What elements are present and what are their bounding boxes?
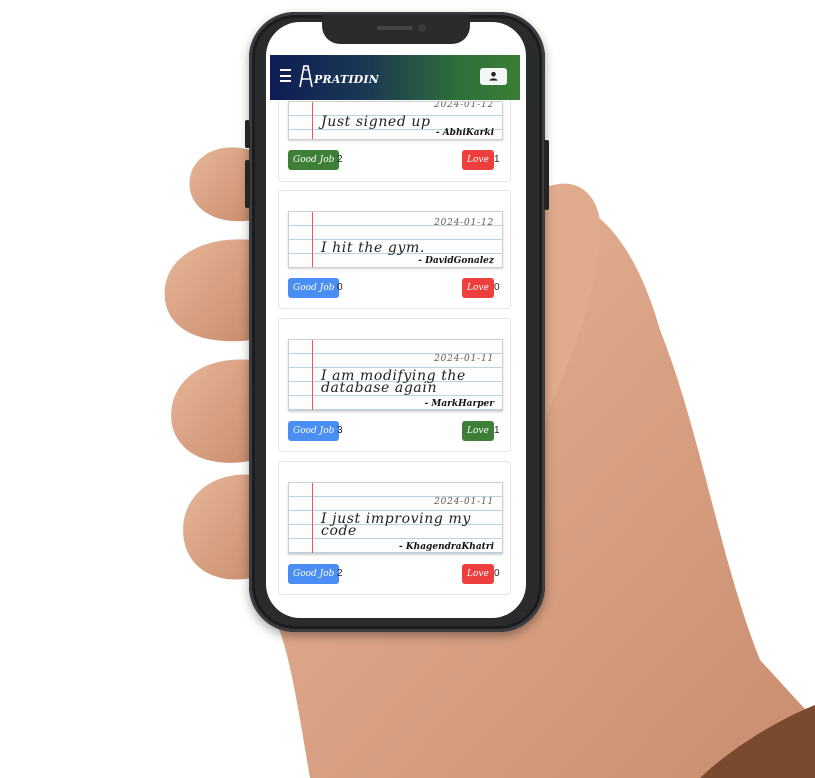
post-card: 2024-01-12 I hit the gym. - DavidGonalez… <box>278 190 511 309</box>
phone-volume-button <box>245 160 250 208</box>
post-author: - MarkHarper <box>424 399 494 409</box>
love-button[interactable]: Love <box>462 421 494 441</box>
post-date: 2024-01-12 <box>434 218 494 228</box>
love-count: 1 <box>494 154 500 165</box>
post-date: 2024-01-11 <box>434 354 494 364</box>
phone-power-button <box>544 140 549 210</box>
good-job-count: 2 <box>337 154 343 165</box>
user-button[interactable] <box>480 68 507 85</box>
user-icon <box>489 71 498 81</box>
app-brand[interactable]: PRATIDIN <box>314 73 379 86</box>
post-note: 2024-01-12 Just signed up - AbhiKarki <box>288 101 503 140</box>
post-text: I hit the gym. <box>321 240 425 256</box>
phone-screen: 2024-01-12 Just signed up - AbhiKarki Go… <box>266 22 526 618</box>
post-date: 2024-01-12 <box>434 101 494 110</box>
post-text: Just signed up <box>321 114 431 130</box>
good-job-count: 0 <box>337 282 343 293</box>
love-button[interactable]: Love <box>462 564 494 584</box>
post-text: I am modifying the database again <box>321 368 466 396</box>
post-note: 2024-01-12 I hit the gym. - DavidGonalez <box>288 211 503 268</box>
good-job-button[interactable]: Good Job <box>288 564 340 584</box>
love-count: 1 <box>494 425 500 436</box>
hamburger-menu-icon[interactable] <box>280 69 291 82</box>
good-job-count: 3 <box>337 425 343 436</box>
app-navbar: PRATIDIN <box>270 55 520 100</box>
post-card: 2024-01-11 I just improving my code - Kh… <box>278 461 511 595</box>
post-note: 2024-01-11 I am modifying the database a… <box>288 339 503 411</box>
love-count: 0 <box>494 568 500 579</box>
post-author: - AbhiKarki <box>435 128 494 138</box>
good-job-count: 2 <box>337 568 343 579</box>
phone-camera <box>418 24 426 32</box>
post-date: 2024-01-11 <box>434 497 494 507</box>
post-note: 2024-01-11 I just improving my code - Kh… <box>288 482 503 554</box>
good-job-button[interactable]: Good Job <box>288 421 340 441</box>
post-feed[interactable]: 2024-01-12 Just signed up - AbhiKarki Go… <box>266 22 526 618</box>
love-button[interactable]: Love <box>462 278 494 298</box>
post-card: 2024-01-11 I am modifying the database a… <box>278 318 511 452</box>
good-job-button[interactable]: Good Job <box>288 278 340 298</box>
post-text: I just improving my code <box>321 511 471 539</box>
pratidin-logo-icon <box>299 65 313 88</box>
phone-volume-button <box>245 120 250 148</box>
good-job-button[interactable]: Good Job <box>288 150 340 170</box>
phone-speaker <box>377 26 413 30</box>
post-author: - DavidGonalez <box>418 256 494 266</box>
love-button[interactable]: Love <box>462 150 494 170</box>
love-count: 0 <box>494 282 500 293</box>
post-author: - KhagendraKhatri <box>398 542 494 552</box>
